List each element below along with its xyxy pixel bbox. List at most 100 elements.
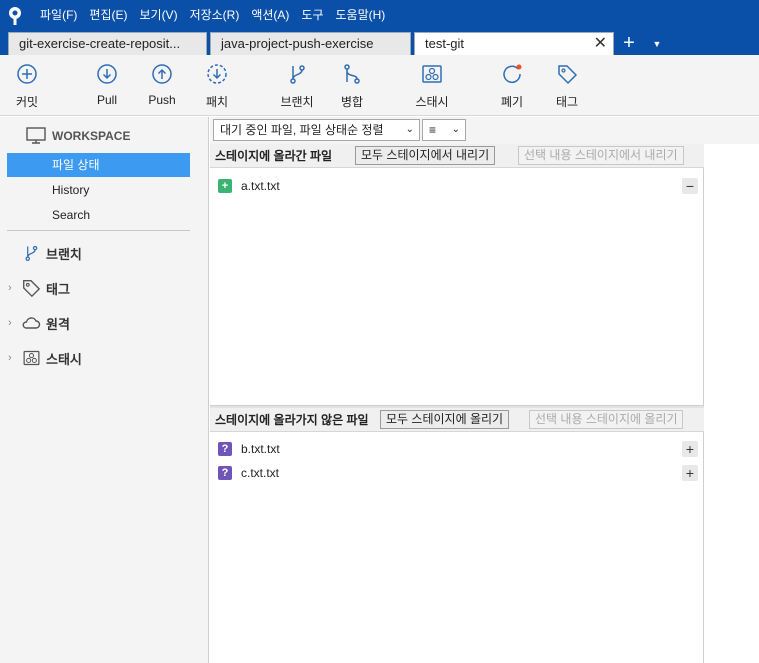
tag-label: 태그 — [555, 95, 579, 109]
sidebar: WORKSPACE 파일 상태 History Search 브랜치 › 태그 … — [0, 117, 209, 663]
stage-file-icon[interactable]: + — [682, 441, 698, 457]
file-row-staged[interactable]: + a.txt.txt − — [218, 175, 698, 197]
sidebar-group-tags[interactable]: › 태그 — [8, 277, 70, 299]
tab-label: java-project-push-exercise — [221, 36, 374, 51]
diff-panel — [705, 144, 759, 663]
branch-icon — [20, 243, 42, 263]
stash-icon — [422, 65, 442, 83]
chevron-right-icon[interactable]: › — [8, 317, 20, 329]
commit-icon — [17, 64, 37, 84]
file-name: b.txt.txt — [241, 442, 280, 456]
sidebar-group-branches[interactable]: 브랜치 — [8, 242, 82, 264]
tab-git-exercise[interactable]: git-exercise-create-reposit... — [8, 32, 207, 55]
file-row-unstaged[interactable]: ? b.txt.txt + — [218, 438, 698, 460]
sidebar-group-label: 브랜치 — [46, 246, 82, 262]
discard-button[interactable]: 폐기 — [482, 63, 542, 110]
stage-file-icon[interactable]: + — [682, 465, 698, 481]
stash-button[interactable]: 스태시 — [402, 63, 462, 110]
sidebar-group-label: 원격 — [46, 316, 70, 332]
toolbar: 커밋 Pull Push 패치 브랜치 병합 스태시 폐기 태그 — [0, 55, 759, 116]
sidebar-group-remotes[interactable]: › 원격 — [8, 312, 70, 334]
sidebar-item-history[interactable]: History — [7, 178, 190, 202]
chevron-down-icon: ⌄ — [451, 124, 460, 135]
merge-icon — [344, 64, 360, 84]
sidebar-group-label: 스태시 — [46, 351, 82, 367]
sidebar-item-search[interactable]: Search — [7, 203, 190, 227]
sidebar-divider — [7, 230, 190, 231]
fetch-icon — [207, 64, 227, 84]
push-button[interactable]: Push — [132, 63, 192, 107]
staged-files-pane: 스테이지에 올라간 파일 모두 스테이지에서 내리기 선택 내용 스테이지에서 … — [210, 144, 704, 405]
cloud-icon — [20, 315, 42, 331]
view-mode-select[interactable]: ≡ ⌄ — [422, 119, 466, 141]
stash-icon — [20, 349, 42, 367]
file-name: a.txt.txt — [241, 179, 280, 193]
stash-label: 스태시 — [415, 95, 449, 109]
discard-label: 폐기 — [500, 95, 524, 109]
menu-help[interactable]: 도움말(H) — [330, 0, 392, 31]
file-row-unstaged[interactable]: ? c.txt.txt + — [218, 462, 698, 484]
workspace-header: WORKSPACE — [26, 127, 130, 144]
tab-java-project[interactable]: java-project-push-exercise — [210, 32, 411, 55]
stage-all-button[interactable]: 모두 스테이지에 올리기 — [380, 410, 510, 429]
menu-file[interactable]: 파일(F) — [34, 0, 83, 31]
close-icon[interactable]: ✕ — [594, 33, 607, 55]
branch-button[interactable]: 브랜치 — [267, 63, 327, 110]
branch-icon — [290, 65, 305, 84]
push-label: Push — [148, 93, 176, 107]
fetch-button[interactable]: 패치 — [187, 63, 247, 110]
merge-label: 병합 — [340, 95, 364, 109]
list-icon: ≡ — [429, 123, 437, 137]
unstage-file-icon[interactable]: − — [682, 178, 698, 194]
unstage-selected-button[interactable]: 선택 내용 스테이지에서 내리기 — [518, 146, 684, 165]
menu-repository[interactable]: 저장소(R) — [184, 0, 246, 31]
monitor-icon — [26, 127, 46, 144]
untracked-icon: ? — [218, 466, 232, 480]
unstage-all-button[interactable]: 모두 스테이지에서 내리기 — [355, 146, 496, 165]
file-name: c.txt.txt — [241, 466, 280, 480]
merge-button[interactable]: 병합 — [322, 63, 382, 110]
pull-label: Pull — [96, 93, 117, 107]
chevron-right-icon[interactable]: › — [8, 282, 20, 294]
stage-selected-button[interactable]: 선택 내용 스테이지에 올리기 — [529, 410, 684, 429]
sidebar-group-stashes[interactable]: › 스태시 — [8, 347, 82, 369]
push-icon — [152, 64, 172, 84]
pull-button[interactable]: Pull — [77, 63, 137, 107]
tag-icon — [558, 65, 578, 85]
chevron-right-icon[interactable]: › — [8, 352, 20, 364]
pull-icon — [97, 64, 117, 84]
add-tab-icon[interactable]: + — [619, 32, 639, 54]
tab-test-git[interactable]: test-git ✕ — [414, 32, 614, 55]
sidebar-item-file-status[interactable]: 파일 상태 — [7, 153, 190, 177]
untracked-icon: ? — [218, 442, 232, 456]
tab-bar: git-exercise-create-reposit... java-proj… — [0, 31, 759, 55]
tab-label: git-exercise-create-reposit... — [19, 36, 181, 51]
sidebar-group-label: 태그 — [46, 281, 70, 297]
tag-icon — [20, 278, 42, 298]
staged-pane-header: 스테이지에 올라간 파일 모두 스테이지에서 내리기 선택 내용 스테이지에서 … — [210, 144, 704, 168]
unstaged-files-pane: 스테이지에 올라가지 않은 파일 모두 스테이지에 올리기 선택 내용 스테이지… — [210, 408, 704, 663]
menu-actions[interactable]: 액션(A) — [245, 0, 295, 31]
unstaged-pane-title: 스테이지에 올라가지 않은 파일 — [215, 413, 369, 427]
staged-pane-title: 스테이지에 올라간 파일 — [215, 149, 333, 163]
sort-select[interactable]: 대기 중인 파일, 파일 상태순 정렬 ⌄ — [213, 119, 420, 141]
added-icon: + — [218, 179, 232, 193]
tag-button[interactable]: 태그 — [537, 63, 597, 110]
menu-view[interactable]: 보기(V) — [133, 0, 183, 31]
discard-icon — [503, 64, 522, 83]
menu-tools[interactable]: 도구 — [295, 0, 329, 31]
sort-select-value: 대기 중인 파일, 파일 상태순 정렬 — [220, 123, 384, 137]
fetch-label: 패치 — [205, 95, 229, 109]
chevron-down-icon: ⌄ — [405, 124, 414, 135]
sourcetree-logo-icon — [0, 0, 30, 31]
filter-bar: 대기 중인 파일, 파일 상태순 정렬 ⌄ ≡ ⌄ — [210, 117, 759, 144]
tab-label: test-git — [425, 36, 465, 51]
chevron-down-icon[interactable]: ▼ — [650, 32, 664, 54]
commit-button[interactable]: 커밋 — [0, 63, 57, 110]
menu-edit[interactable]: 편집(E) — [83, 0, 133, 31]
branch-label: 브랜치 — [280, 95, 314, 109]
unstaged-pane-header: 스테이지에 올라가지 않은 파일 모두 스테이지에 올리기 선택 내용 스테이지… — [210, 408, 704, 432]
menu-bar: 파일(F) 편집(E) 보기(V) 저장소(R) 액션(A) 도구 도움말(H) — [0, 0, 759, 31]
workspace-label: WORKSPACE — [52, 128, 131, 143]
commit-label: 커밋 — [15, 95, 39, 109]
